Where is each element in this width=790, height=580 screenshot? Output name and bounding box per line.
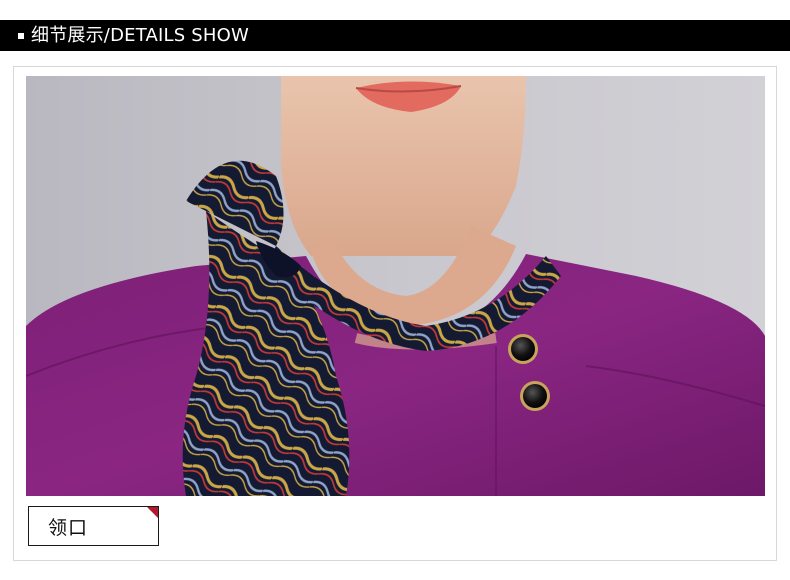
page: 细节展示/DETAILS SHOW 领口 [0,0,790,580]
square-bullet-icon [18,32,24,39]
red-corner-icon [147,507,158,518]
section-title: 细节展示/DETAILS SHOW [31,24,250,46]
button-top [511,337,535,361]
collar-detail-illustration [26,76,765,496]
collar-label-tag: 领口 [28,506,159,546]
collar-detail-photo [26,76,765,496]
button-bottom [523,384,547,408]
collar-label-text: 领口 [48,516,89,539]
section-header: 细节展示/DETAILS SHOW [0,20,790,51]
